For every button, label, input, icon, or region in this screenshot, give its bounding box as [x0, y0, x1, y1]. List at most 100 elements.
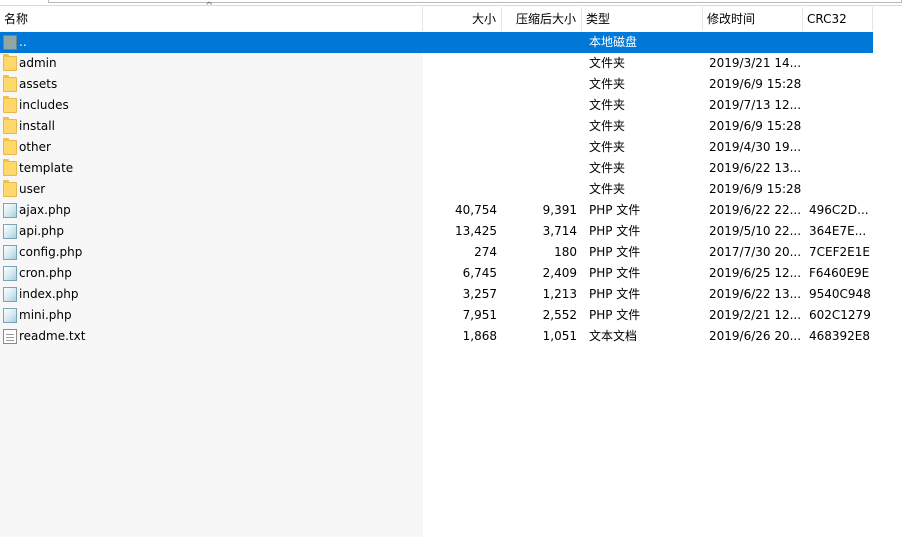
- file-row[interactable]: .. 本地磁盘: [0, 32, 873, 53]
- column-header-type[interactable]: 类型: [582, 7, 703, 31]
- row-packed-size: [502, 158, 577, 179]
- column-header-crc32[interactable]: CRC32: [803, 7, 873, 31]
- horizontal-scrollbar[interactable]: [48, 0, 902, 3]
- row-packed-size: 1,213: [542, 287, 577, 301]
- window-top-edge: [0, 0, 902, 6]
- row-type: PHP 文件: [589, 224, 641, 238]
- row-type: 文件夹: [589, 140, 626, 154]
- row-size: [423, 95, 497, 116]
- row-packed-size: 2,552: [542, 308, 577, 322]
- file-row[interactable]: template 文件夹 2019/6/22 13...: [0, 158, 873, 179]
- row-modified: 2019/4/30 19...: [709, 140, 801, 154]
- row-type: 文件夹: [589, 56, 626, 70]
- row-modified: 2019/6/22 22...: [709, 203, 801, 217]
- row-name: index.php: [19, 287, 79, 301]
- folder-icon: [3, 54, 17, 71]
- row-modified: 2019/3/21 14...: [709, 56, 801, 70]
- row-packed-size: [502, 32, 577, 53]
- row-crc32: 7CEF2E1E: [809, 245, 870, 259]
- row-name: ..: [19, 35, 27, 49]
- row-modified: 2019/6/22 13...: [709, 287, 801, 301]
- row-name: user: [19, 182, 46, 196]
- row-type: PHP 文件: [589, 203, 641, 217]
- column-header-packed-size[interactable]: 压缩后大小: [502, 7, 582, 31]
- row-crc32: [809, 158, 871, 179]
- row-modified: 2019/6/22 13...: [709, 161, 801, 175]
- row-size: 13,425: [455, 224, 497, 238]
- file-row[interactable]: user 文件夹 2019/6/9 15:28: [0, 179, 873, 200]
- file-row[interactable]: api.php 13,425 3,714 PHP 文件 2019/5/10 22... 3…: [0, 221, 873, 242]
- row-packed-size: 1,051: [542, 329, 577, 343]
- row-modified: [709, 32, 801, 53]
- row-crc32: 364E7E...: [809, 224, 867, 238]
- php-file-icon: [3, 266, 17, 281]
- folder-icon: [3, 180, 17, 197]
- row-type: 文件夹: [589, 161, 626, 175]
- row-modified: 2019/5/10 22...: [709, 224, 801, 238]
- folder-icon: [3, 96, 17, 113]
- row-name: install: [19, 119, 55, 133]
- file-row[interactable]: readme.txt 1,868 1,051 文本文档 2019/6/26 20... 4…: [0, 326, 873, 347]
- row-name: assets: [19, 77, 58, 91]
- row-size: 1,868: [462, 329, 497, 343]
- folder-icon: [3, 117, 17, 134]
- row-packed-size: 180: [554, 245, 577, 259]
- row-modified: 2017/7/30 20...: [709, 245, 801, 259]
- sort-ascending-icon: ^: [205, 1, 214, 12]
- row-packed-size: [502, 53, 577, 74]
- file-row[interactable]: mini.php 7,951 2,552 PHP 文件 2019/2/21 12... 6…: [0, 305, 873, 326]
- row-size: [423, 116, 497, 137]
- php-file-icon: [3, 245, 17, 260]
- row-modified: 2019/6/9 15:28: [709, 77, 801, 91]
- row-modified: 2019/6/25 12...: [709, 266, 801, 280]
- row-crc32: [809, 95, 871, 116]
- row-type: 文件夹: [589, 119, 626, 133]
- row-name: other: [19, 140, 51, 154]
- file-row[interactable]: includes 文件夹 2019/7/13 12...: [0, 95, 873, 116]
- row-crc32: [809, 74, 871, 95]
- row-size: 274: [474, 245, 497, 259]
- row-type: 文件夹: [589, 77, 626, 91]
- row-size: [423, 32, 497, 53]
- row-size: [423, 53, 497, 74]
- row-type: PHP 文件: [589, 287, 641, 301]
- row-size: [423, 179, 497, 200]
- column-header-modified[interactable]: 修改时间: [703, 7, 803, 31]
- row-size: 7,951: [462, 308, 497, 322]
- file-row[interactable]: admin 文件夹 2019/3/21 14...: [0, 53, 873, 74]
- file-row[interactable]: ajax.php 40,754 9,391 PHP 文件 2019/6/22 22...…: [0, 200, 873, 221]
- row-modified: 2019/6/9 15:28: [709, 182, 801, 196]
- row-size: [423, 137, 497, 158]
- php-file-icon: [3, 224, 17, 239]
- file-row[interactable]: other 文件夹 2019/4/30 19...: [0, 137, 873, 158]
- row-name: ajax.php: [19, 203, 71, 217]
- row-packed-size: 9,391: [542, 203, 577, 217]
- row-packed-size: [502, 74, 577, 95]
- file-row[interactable]: assets 文件夹 2019/6/9 15:28: [0, 74, 873, 95]
- row-modified: 2019/6/26 20...: [709, 329, 801, 343]
- row-name: cron.php: [19, 266, 72, 280]
- row-crc32: 496C2D...: [809, 203, 869, 217]
- row-modified: 2019/2/21 12...: [709, 308, 801, 322]
- row-size: 3,257: [462, 287, 497, 301]
- php-file-icon: [3, 308, 17, 323]
- row-name: mini.php: [19, 308, 72, 322]
- row-packed-size: 3,714: [542, 224, 577, 238]
- row-modified: 2019/7/13 12...: [709, 98, 801, 112]
- file-row[interactable]: index.php 3,257 1,213 PHP 文件 2019/6/22 13...…: [0, 284, 873, 305]
- row-packed-size: [502, 179, 577, 200]
- row-crc32: F6460E9E: [809, 266, 870, 280]
- file-row[interactable]: install 文件夹 2019/6/9 15:28: [0, 116, 873, 137]
- row-name: api.php: [19, 224, 64, 238]
- column-header-size[interactable]: 大小: [423, 7, 502, 31]
- row-crc32: 602C1279: [809, 308, 871, 322]
- row-name: includes: [19, 98, 69, 112]
- row-type: PHP 文件: [589, 266, 641, 280]
- row-crc32: [809, 53, 871, 74]
- row-size: 40,754: [455, 203, 497, 217]
- file-row[interactable]: config.php 274 180 PHP 文件 2017/7/30 20... 7CE…: [0, 242, 873, 263]
- parent-folder-icon: [3, 35, 17, 50]
- file-row[interactable]: cron.php 6,745 2,409 PHP 文件 2019/6/25 12... F…: [0, 263, 873, 284]
- row-crc32: [809, 116, 871, 137]
- row-crc32: 9540C948: [809, 287, 871, 301]
